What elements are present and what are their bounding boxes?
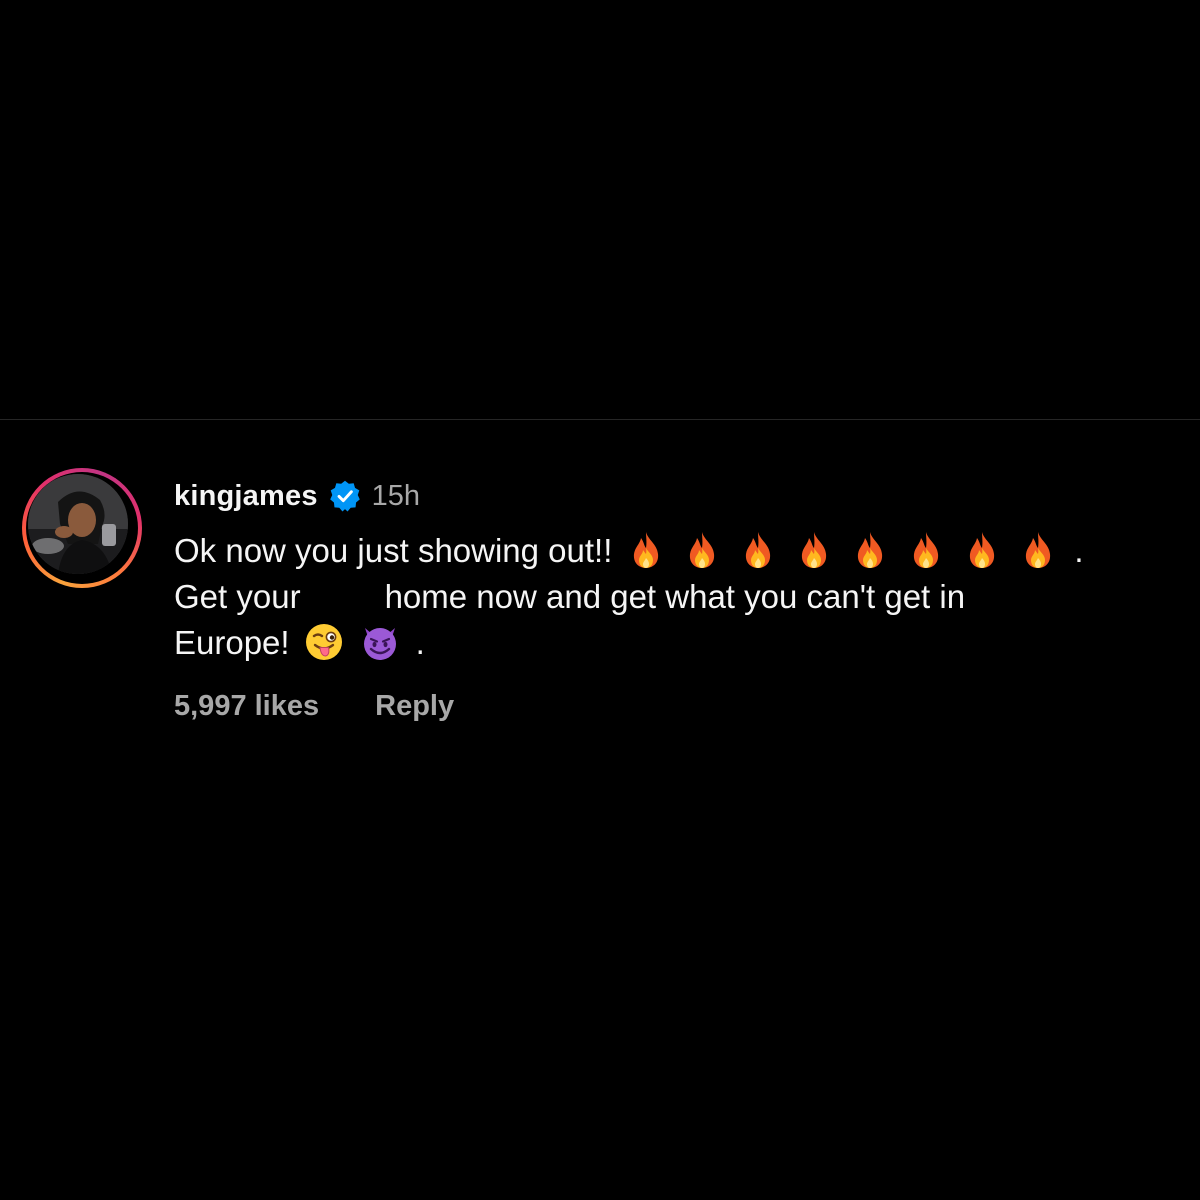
fire-emoji — [682, 530, 722, 570]
username[interactable]: kingjames — [174, 480, 318, 513]
reply-button[interactable]: Reply — [375, 690, 454, 723]
comment-line-3-period: . — [415, 624, 425, 661]
fire-emoji — [626, 530, 666, 570]
comment-line-3: Europe!. — [174, 620, 1194, 666]
fire-emoji — [906, 530, 946, 570]
comment-line-3-text: Europe! — [174, 624, 290, 661]
avatar[interactable] — [28, 474, 128, 574]
comment-line-1: Ok now you just showing out!!. — [174, 528, 1194, 574]
fire-emoji — [850, 530, 890, 570]
comment-line-2: Get your home now and get what you can't … — [174, 574, 1194, 620]
story-ring[interactable] — [22, 468, 142, 588]
fire-emoji — [1018, 530, 1058, 570]
section-divider — [0, 419, 1200, 420]
comment-line-1-text: Ok now you just showing out!! — [174, 532, 613, 569]
fire-emoji — [794, 530, 834, 570]
smiling-devil-emoji — [360, 622, 400, 662]
comment-time: 15h — [371, 479, 421, 512]
avatar-photo — [28, 474, 128, 574]
comment-text: Ok now you just showing out!!. Get your h… — [174, 528, 1194, 666]
comment-actions: 5,997 likes Reply — [174, 686, 454, 726]
comment-line-1-period: . — [1074, 532, 1084, 569]
likes-count[interactable]: 5,997 likes — [174, 690, 319, 723]
winking-tongue-emoji — [304, 622, 344, 662]
comment-header: kingjames 15h — [174, 474, 420, 518]
fire-emoji — [738, 530, 778, 570]
comment-line-2-start: Get your — [174, 578, 301, 615]
verified-badge-icon — [328, 479, 362, 513]
fire-emoji — [962, 530, 1002, 570]
comment-line-2-end: home now and get what you can't get in — [384, 578, 966, 615]
